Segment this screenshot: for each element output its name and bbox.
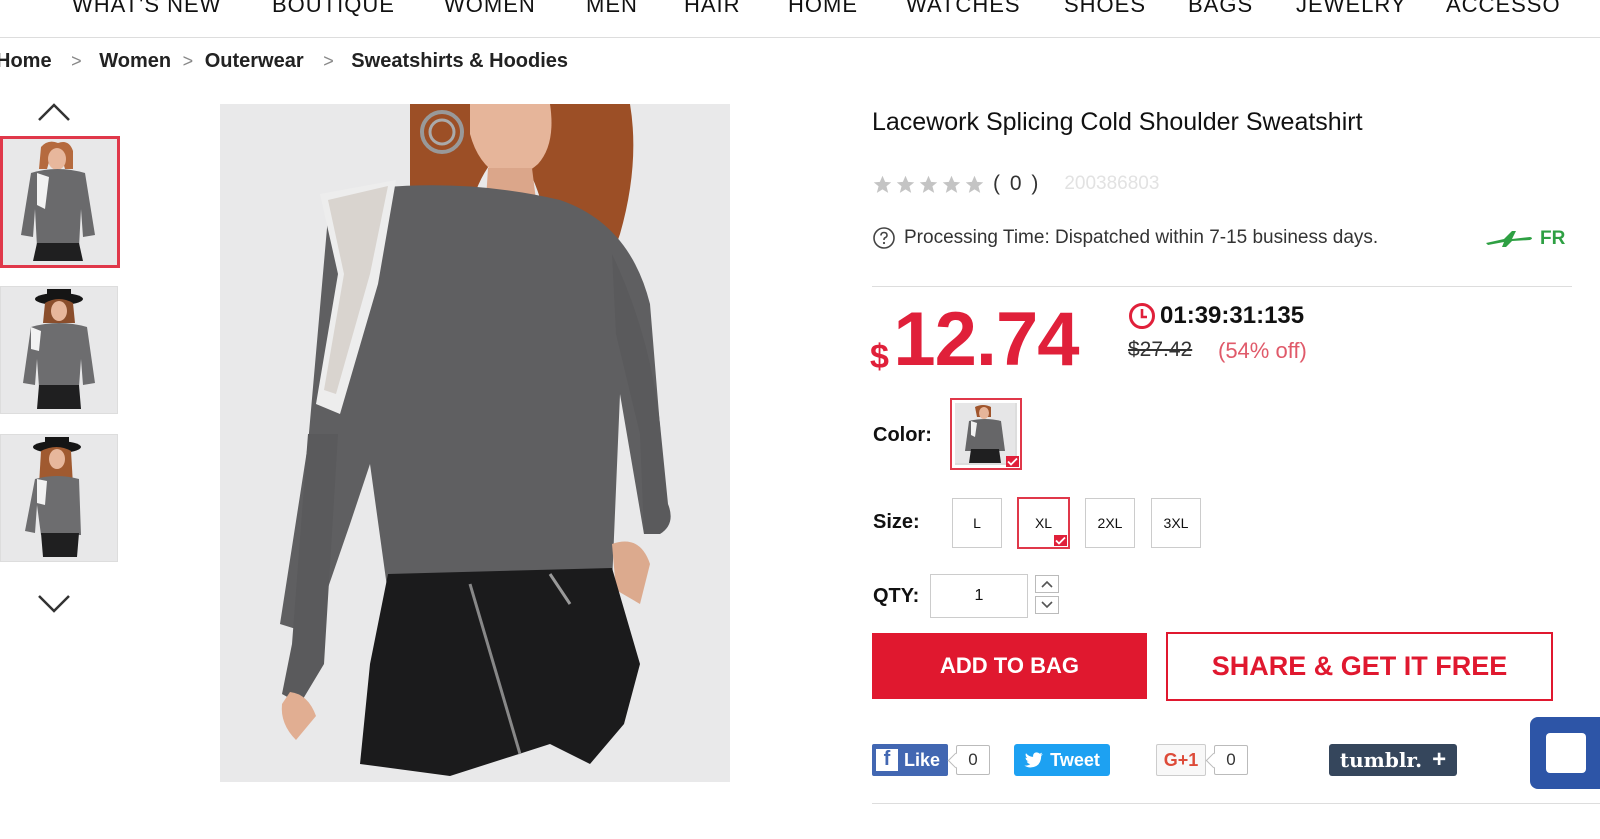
countdown-timer: 01:39:31:135 xyxy=(1160,302,1305,329)
star-icon xyxy=(942,175,961,193)
nav-item-men[interactable]: MEN xyxy=(586,0,638,18)
tumblr-share-button[interactable]: tumblr. + xyxy=(1329,744,1457,776)
discount-percent: (54% off) xyxy=(1218,338,1307,363)
quantity-input[interactable] xyxy=(930,574,1028,618)
size-option-l[interactable]: L xyxy=(952,498,1002,548)
size-option-xl-label: XL xyxy=(1034,515,1053,531)
qty-label: QTY: xyxy=(873,585,920,607)
nav-item-home[interactable]: HOME xyxy=(788,0,858,18)
color-label: Color: xyxy=(873,424,932,446)
divider xyxy=(872,803,1600,804)
tweet-label: Tweet xyxy=(1050,749,1100,770)
thumbnail-3[interactable] xyxy=(0,434,118,562)
nav-item-women[interactable]: WOMEN xyxy=(444,0,536,18)
share-get-free-button[interactable]: SHARE & GET IT FREE xyxy=(1166,632,1553,701)
quantity-increase-button[interactable] xyxy=(1035,575,1059,593)
star-icon xyxy=(873,175,892,193)
quantity-decrease-button[interactable] xyxy=(1035,596,1059,614)
nav-item-boutique[interactable]: BOUTIQUE xyxy=(272,0,395,18)
main-product-image[interactable] xyxy=(220,104,730,782)
tweet-button[interactable]: Tweet xyxy=(1014,744,1110,776)
product-title: Lacework Splicing Cold Shoulder Sweatshi… xyxy=(872,108,1363,136)
breadcrumb-home[interactable]: Home xyxy=(0,50,52,72)
add-to-bag-button[interactable]: ADD TO BAG xyxy=(872,633,1147,699)
breadcrumb-sweatshirts-hoodies[interactable]: Sweatshirts & Hoodies xyxy=(351,50,568,72)
tumblr-widget[interactable]: tumblr. + xyxy=(1329,744,1457,776)
size-option-xl[interactable]: XL xyxy=(1017,497,1070,549)
nav-item-jewelry[interactable]: JEWELRY xyxy=(1296,0,1407,18)
facebook-like-count: 0 xyxy=(956,745,991,775)
google-plus-count: 0 xyxy=(1214,745,1248,775)
thumbnail-1[interactable] xyxy=(0,136,120,268)
breadcrumb-separator: > xyxy=(182,51,194,71)
selected-check-icon xyxy=(1054,535,1067,546)
current-price: $ 12.74 xyxy=(870,296,1080,383)
tumblr-label: tumblr. xyxy=(1339,748,1423,772)
twitter-bird-icon xyxy=(1024,752,1043,768)
rating-stars[interactable] xyxy=(872,174,985,195)
star-icon xyxy=(965,175,984,193)
product-sku: 200386803 xyxy=(1064,173,1160,194)
facebook-like-widget[interactable]: f Like 0 xyxy=(872,744,991,776)
facebook-floating-share-button[interactable] xyxy=(1530,717,1600,789)
chevron-up-icon xyxy=(1041,580,1053,588)
processing-time-text: Processing Time: Dispatched within 7-15 … xyxy=(904,227,1379,248)
breadcrumb-separator: > xyxy=(323,51,334,71)
size-option-3xl[interactable]: 3XL xyxy=(1151,498,1201,548)
chevron-down-icon xyxy=(1041,601,1053,609)
nav-item-accessories[interactable]: ACCESSO xyxy=(1446,0,1561,18)
star-icon xyxy=(896,175,915,193)
tweet-widget[interactable]: Tweet xyxy=(1014,744,1110,776)
free-shipping-text: FR xyxy=(1540,228,1566,249)
price-amount: 12.74 xyxy=(893,297,1079,382)
price-currency: $ xyxy=(870,338,889,376)
facebook-icon: f xyxy=(876,748,898,771)
selected-check-icon xyxy=(1006,456,1019,467)
sale-countdown: 01:39:31:135 xyxy=(1128,302,1304,330)
divider xyxy=(872,286,1572,287)
airplane-icon xyxy=(1486,231,1532,247)
breadcrumb-outerwear[interactable]: Outerwear xyxy=(205,50,304,72)
facebook-icon xyxy=(1546,733,1586,773)
breadcrumb-separator: > xyxy=(71,51,82,71)
star-icon xyxy=(919,175,938,193)
size-option-2xl[interactable]: 2XL xyxy=(1085,498,1135,548)
nav-item-watches[interactable]: WATCHES xyxy=(906,0,1021,18)
question-circle-icon[interactable] xyxy=(872,226,896,250)
google-plus-widget[interactable]: G+1 0 xyxy=(1156,744,1248,776)
nav-item-hair[interactable]: HAIR xyxy=(684,0,741,18)
free-shipping-badge: FR xyxy=(1484,228,1565,250)
plus-icon: + xyxy=(1432,746,1447,773)
rating-row: ( 0 ) 200386803 xyxy=(872,172,1159,196)
original-price: $27.42 xyxy=(1128,338,1193,361)
breadcrumb: Home > Women > Outerwear > Sweatshirts &… xyxy=(0,50,568,73)
google-plus-button[interactable]: G+1 xyxy=(1156,744,1206,776)
breadcrumb-women[interactable]: Women xyxy=(99,50,171,72)
nav-item-shoes[interactable]: SHOES xyxy=(1064,0,1146,18)
thumbnail-scroll-up-icon[interactable] xyxy=(36,100,72,124)
processing-time: Processing Time: Dispatched within 7-15 … xyxy=(872,226,1378,250)
top-nav: WHAT'S NEW BOUTIQUE WOMEN MEN HAIR HOME … xyxy=(0,0,1600,38)
nav-item-bags[interactable]: BAGS xyxy=(1188,0,1253,18)
nav-item-whats-new[interactable]: WHAT'S NEW xyxy=(72,0,221,18)
clock-icon xyxy=(1129,303,1155,329)
thumbnail-2[interactable] xyxy=(0,286,118,414)
facebook-like-button[interactable]: f Like xyxy=(872,744,949,776)
review-count[interactable]: ( 0 ) xyxy=(993,172,1040,196)
size-label: Size: xyxy=(873,511,920,533)
thumbnail-scroll-down-icon[interactable] xyxy=(36,592,72,616)
facebook-like-label: Like xyxy=(904,749,941,770)
color-swatch-grey[interactable] xyxy=(950,398,1022,470)
